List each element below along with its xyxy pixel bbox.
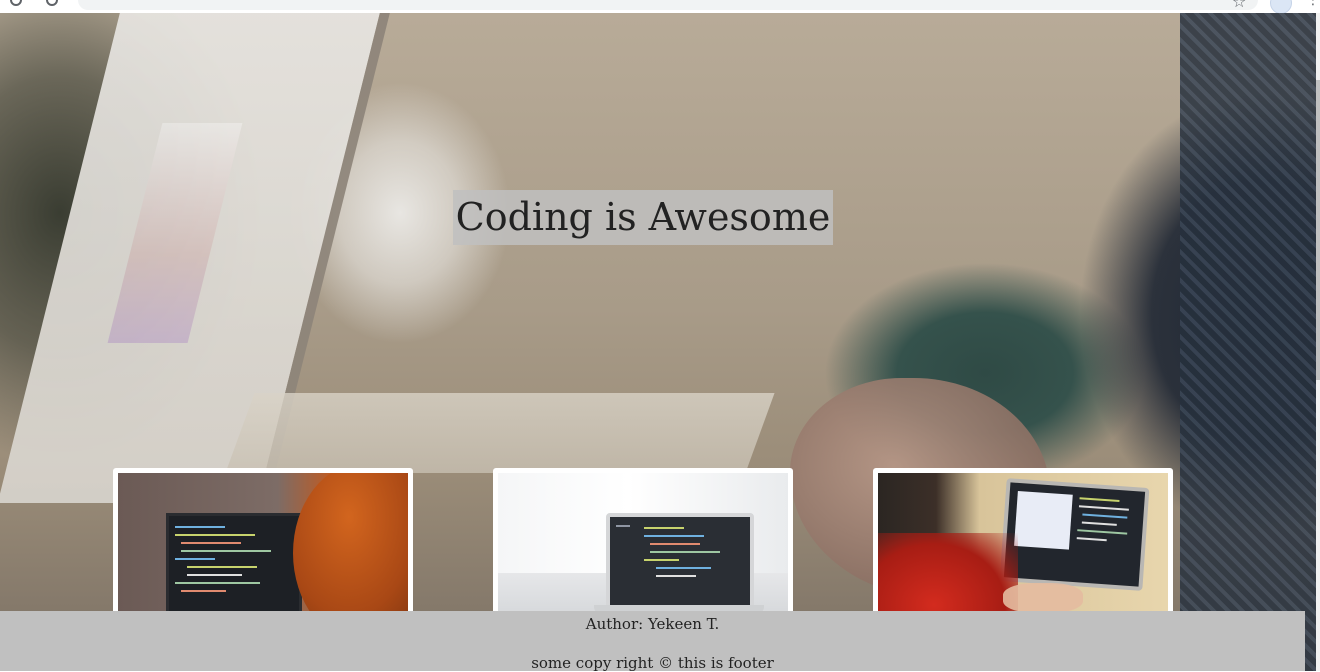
monitor-graphic	[166, 513, 302, 619]
star-icon[interactable]: ☆	[1232, 0, 1246, 11]
reload-icon[interactable]	[46, 0, 58, 6]
avatar-icon[interactable]	[1270, 0, 1292, 13]
scrollbar-thumb[interactable]	[1316, 80, 1320, 380]
footer-copyright: some copy right © this is footer	[531, 654, 774, 672]
back-icon[interactable]	[10, 0, 22, 6]
laptop-graphic	[606, 513, 754, 611]
laptop-graphic	[999, 478, 1150, 591]
footer-author: Author: Yekeen T.	[585, 615, 720, 633]
page-title: Coding is Awesome	[453, 190, 833, 245]
hero-background-sleeve	[1180, 13, 1316, 671]
hero-background-keyboard	[225, 393, 775, 473]
browser-toolbar: ☆ ⋮	[0, 0, 1320, 13]
address-bar[interactable]	[78, 0, 1258, 10]
kebab-menu-icon[interactable]: ⋮	[1306, 0, 1320, 8]
page-footer: Author: Yekeen T. some copy right © this…	[0, 611, 1305, 672]
